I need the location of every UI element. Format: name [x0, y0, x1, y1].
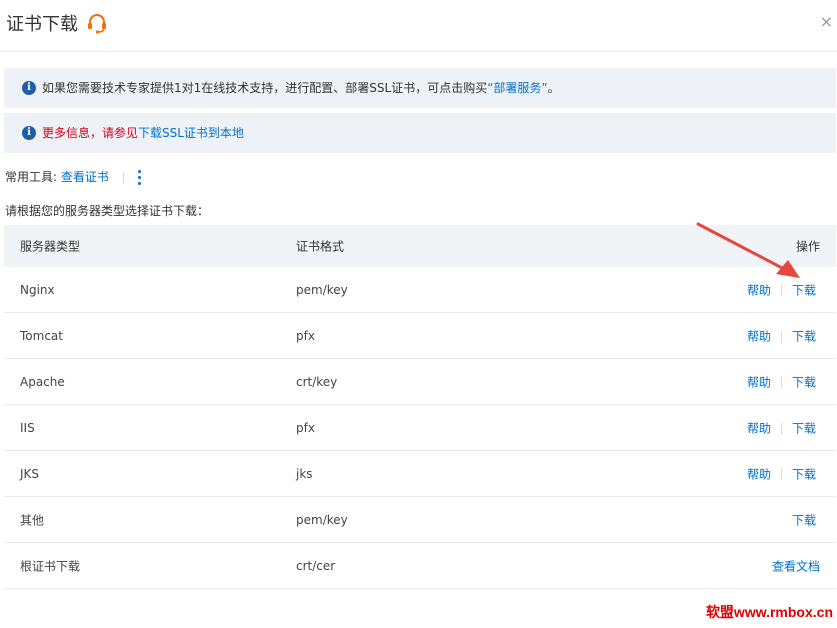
format-cell: pfx: [296, 420, 315, 435]
download-link[interactable]: 下载: [792, 283, 816, 297]
table-row: 其他 pem/key 下载: [4, 497, 836, 543]
action-cell: 帮助 下载: [747, 419, 816, 436]
divider: [780, 284, 782, 297]
divider: [780, 330, 782, 343]
divider: [780, 422, 782, 435]
action-cell: 下载: [792, 511, 816, 528]
info-icon: i: [22, 126, 36, 140]
deploy-service-link[interactable]: “部署服务”: [487, 81, 547, 95]
format-cell: crt/key: [296, 374, 338, 389]
close-icon[interactable]: ×: [820, 12, 833, 31]
table-row: Tomcat pfx 帮助 下载: [4, 313, 836, 359]
view-docs-link[interactable]: 查看文档: [772, 559, 820, 573]
action-cell: 帮助 下载: [747, 327, 816, 344]
tools-bar: 常用工具: 查看证书: [5, 168, 142, 187]
server-type-cell: 其他: [20, 513, 45, 527]
download-guide-link[interactable]: 下载SSL证书到本地: [138, 126, 244, 140]
table-row: JKS jks 帮助 下载: [4, 451, 836, 497]
server-type-cell: IIS: [20, 420, 35, 435]
help-link[interactable]: 帮助: [747, 283, 771, 297]
format-cell: pem/key: [296, 282, 348, 297]
format-cell: crt/cer: [296, 558, 336, 573]
download-link[interactable]: 下载: [792, 421, 816, 435]
notice-more-info-text: 更多信息，请参见下载SSL证书到本地: [42, 126, 244, 140]
server-type-cell: Tomcat: [20, 328, 63, 343]
dialog-header: 证书下载 ×: [0, 0, 837, 52]
table-row: IIS pfx 帮助 下载: [4, 405, 836, 451]
header-server-type: 服务器类型: [20, 239, 81, 254]
divider: [780, 376, 782, 389]
help-link[interactable]: 帮助: [747, 329, 771, 343]
dialog-title: 证书下载: [6, 14, 78, 35]
help-link[interactable]: 帮助: [747, 421, 771, 435]
server-type-cell: JKS: [20, 466, 40, 481]
table-row: Apache crt/key 帮助 下载: [4, 359, 836, 405]
annotation-arrow: [696, 222, 800, 278]
divider: [780, 468, 782, 481]
instruction-text: 请根据您的服务器类型选择证书下载：: [5, 204, 210, 218]
help-link[interactable]: 帮助: [747, 467, 771, 481]
action-cell: 帮助 下载: [747, 373, 816, 390]
view-certificate-link[interactable]: 查看证书: [61, 170, 109, 184]
format-cell: pem/key: [296, 512, 348, 527]
action-cell: 查看文档: [772, 557, 820, 574]
format-cell: jks: [296, 466, 313, 481]
download-link[interactable]: 下载: [792, 513, 816, 527]
notice-more-info: i 更多信息，请参见下载SSL证书到本地: [4, 113, 836, 153]
watermark: 软盟www.rmbox.cn: [705, 604, 833, 620]
headset-icon[interactable]: [86, 12, 108, 34]
divider: [122, 171, 124, 184]
server-type-cell: Nginx: [20, 282, 55, 297]
download-link[interactable]: 下载: [792, 329, 816, 343]
download-link[interactable]: 下载: [792, 467, 816, 481]
table-row: 根证书下载 crt/cer 查看文档: [4, 543, 836, 589]
tools-label: 常用工具:: [5, 170, 58, 184]
format-cell: pfx: [296, 328, 315, 343]
help-link[interactable]: 帮助: [747, 375, 771, 389]
header-cert-format: 证书格式: [296, 239, 345, 254]
download-link[interactable]: 下载: [792, 375, 816, 389]
notice-support: i 如果您需要技术专家提供1对1在线技术支持，进行配置、部署SSL证书，可点击购…: [4, 68, 836, 108]
notice-support-text: 如果您需要技术专家提供1对1在线技术支持，进行配置、部署SSL证书，可点击购买“…: [42, 81, 560, 95]
server-type-cell: Apache: [20, 374, 65, 389]
more-vertical-icon[interactable]: [137, 169, 142, 187]
action-cell: 帮助 下载: [747, 465, 816, 482]
server-type-cell: 根证书下载: [20, 559, 81, 573]
info-icon: i: [22, 81, 36, 95]
